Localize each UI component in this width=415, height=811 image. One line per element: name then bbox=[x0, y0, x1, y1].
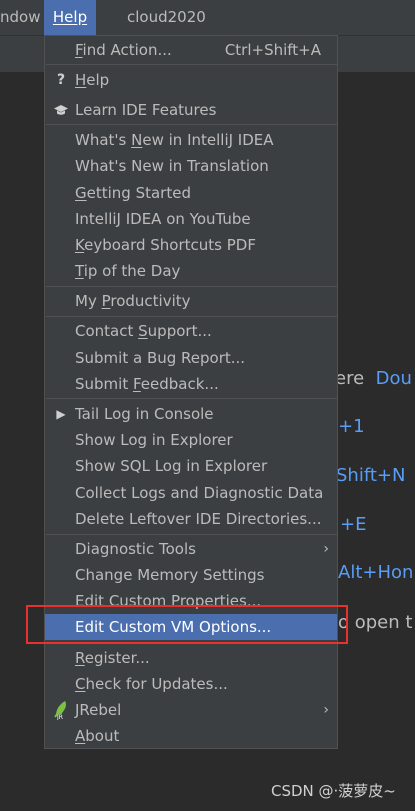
menu-item-label: About bbox=[75, 727, 120, 745]
menu-help[interactable]: Help bbox=[44, 0, 96, 35]
menu-item-tail-log[interactable]: ▶ Tail Log in Console bbox=[45, 401, 337, 427]
hint-recent-files: +E bbox=[340, 514, 366, 535]
menu-item-label: IntelliJ IDEA on YouTube bbox=[75, 210, 251, 228]
hint-drop-files: o open t bbox=[338, 612, 412, 633]
menu-item-label: Diagnostic Tools bbox=[75, 540, 196, 558]
menu-item-label: Learn IDE Features bbox=[75, 101, 217, 119]
menu-item-submit-feedback[interactable]: Submit Feedback... bbox=[45, 371, 337, 397]
hint-shortcut: +1 bbox=[338, 416, 365, 437]
menu-item-learn-ide-features[interactable]: Learn IDE Features bbox=[45, 97, 337, 123]
menu-separator bbox=[46, 534, 338, 535]
menu-item-label: Delete Leftover IDE Directories... bbox=[75, 510, 322, 528]
menu-bar: ndow Help cloud2020 bbox=[0, 0, 415, 35]
hint-go-to-file: Shift+N bbox=[336, 465, 405, 486]
menu-item-label: Submit a Bug Report... bbox=[75, 349, 246, 367]
menu-item-find-action[interactable]: Find Action... Ctrl+Shift+A bbox=[45, 37, 337, 63]
menu-separator bbox=[46, 398, 338, 399]
hint-project-view: +1 bbox=[338, 416, 365, 437]
menu-item-label: Getting Started bbox=[75, 184, 191, 202]
menu-item-jrebel[interactable]: JR JRebel › bbox=[45, 697, 337, 723]
menu-item-label: Submit Feedback... bbox=[75, 375, 219, 393]
graduation-cap-icon bbox=[53, 97, 69, 123]
menu-window[interactable]: ndow bbox=[0, 0, 42, 35]
menu-help-label: Help bbox=[52, 8, 88, 26]
hint-search-everywhere: ere Dou bbox=[335, 368, 412, 389]
menu-item-collect-logs[interactable]: Collect Logs and Diagnostic Data bbox=[45, 480, 337, 506]
hint-navigation-bar: Alt+Hon bbox=[338, 562, 413, 583]
chevron-right-icon: › bbox=[323, 541, 329, 557]
menu-item-label: Show SQL Log in Explorer bbox=[75, 457, 268, 475]
menu-item-tip-of-the-day[interactable]: Tip of the Day bbox=[45, 258, 337, 284]
menu-separator bbox=[46, 316, 338, 317]
hint-shortcut: Alt+Hon bbox=[338, 562, 414, 583]
question-icon: ? bbox=[56, 72, 66, 88]
menu-item-label: Keyboard Shortcuts PDF bbox=[75, 236, 256, 254]
hint-shortcut: +E bbox=[340, 514, 367, 535]
hint-text: ere bbox=[335, 368, 365, 389]
menu-item-label: Register... bbox=[75, 649, 150, 667]
hint-shortcut: Shift+N bbox=[336, 465, 406, 486]
menu-item-label: Change Memory Settings bbox=[75, 566, 265, 584]
menu-item-label: Find Action... bbox=[75, 41, 172, 59]
play-icon: ▶ bbox=[56, 407, 66, 421]
menu-item-label: My Productivity bbox=[75, 292, 191, 310]
hint-shortcut: Dou bbox=[375, 368, 412, 389]
menu-item-whats-new-idea[interactable]: What's New in IntelliJ IDEA bbox=[45, 127, 337, 153]
menu-item-label: What's New in IntelliJ IDEA bbox=[75, 131, 274, 149]
menu-item-show-log[interactable]: Show Log in Explorer bbox=[45, 427, 337, 453]
menu-item-contact-support[interactable]: Contact Support... bbox=[45, 318, 337, 344]
menu-item-label: Collect Logs and Diagnostic Data bbox=[75, 484, 324, 502]
shortcut-label: Ctrl+Shift+A bbox=[224, 41, 321, 59]
menu-item-about[interactable]: About bbox=[45, 723, 337, 749]
menu-item-submit-bug-report[interactable]: Submit a Bug Report... bbox=[45, 345, 337, 371]
menu-item-show-sql-log[interactable]: Show SQL Log in Explorer bbox=[45, 453, 337, 479]
menu-item-label: JRebel bbox=[75, 701, 122, 719]
menu-item-register[interactable]: Register... bbox=[45, 645, 337, 671]
project-name: cloud2020 bbox=[127, 8, 206, 26]
hint-text: o open t bbox=[338, 612, 413, 633]
menu-item-label: Tip of the Day bbox=[75, 262, 181, 280]
menu-separator bbox=[46, 286, 338, 287]
menu-item-label: Show Log in Explorer bbox=[75, 431, 233, 449]
chevron-right-icon: › bbox=[323, 702, 329, 718]
menu-item-check-for-updates[interactable]: Check for Updates... bbox=[45, 671, 337, 697]
menu-item-youtube[interactable]: IntelliJ IDEA on YouTube bbox=[45, 206, 337, 232]
jrebel-icon: JR bbox=[53, 697, 69, 723]
menu-item-label: Contact Support... bbox=[75, 322, 212, 340]
menu-item-whats-new-translation[interactable]: What's New in Translation bbox=[45, 153, 337, 179]
menu-item-delete-leftover[interactable]: Delete Leftover IDE Directories... bbox=[45, 506, 337, 532]
watermark: CSDN @·菠萝皮~ bbox=[271, 782, 396, 800]
menu-item-label: Check for Updates... bbox=[75, 675, 228, 693]
menu-item-diagnostic-tools[interactable]: Diagnostic Tools › bbox=[45, 536, 337, 562]
menu-item-label: Tail Log in Console bbox=[75, 405, 214, 423]
menu-item-label: Help bbox=[75, 71, 110, 89]
menu-item-help[interactable]: ? Help bbox=[45, 67, 337, 93]
menu-item-change-memory[interactable]: Change Memory Settings bbox=[45, 562, 337, 588]
menu-separator bbox=[46, 64, 338, 65]
menu-item-label: What's New in Translation bbox=[75, 157, 269, 175]
menu-item-my-productivity[interactable]: My Productivity bbox=[45, 288, 337, 314]
menu-item-keyboard-shortcuts-pdf[interactable]: Keyboard Shortcuts PDF bbox=[45, 232, 337, 258]
svg-text:JR: JR bbox=[56, 714, 63, 720]
menu-separator bbox=[46, 124, 338, 125]
menu-item-getting-started[interactable]: Getting Started bbox=[45, 180, 337, 206]
highlight-box bbox=[26, 605, 348, 644]
